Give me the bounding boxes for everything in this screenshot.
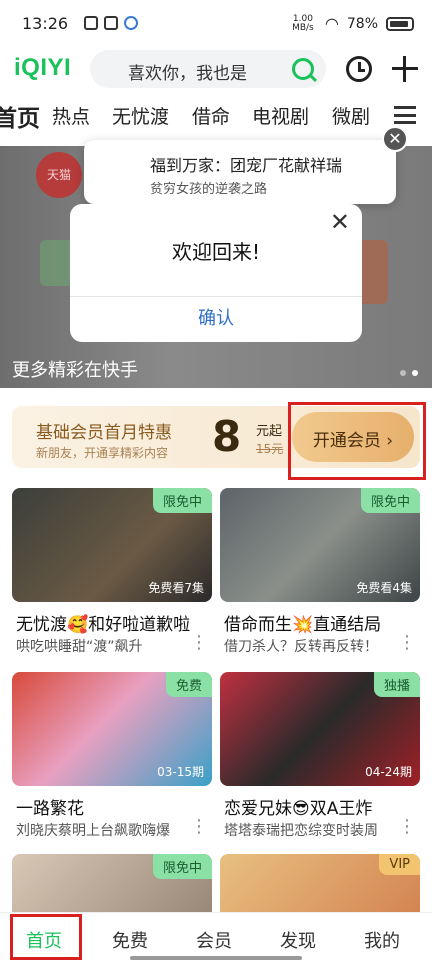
notification-icons <box>84 16 138 30</box>
battery-icon <box>386 16 414 31</box>
more-icon[interactable]: ⋮ <box>190 818 208 836</box>
status-bar: 13:26 1.00 MB/s ◠ 78% <box>0 0 432 48</box>
episode-overlay: 04-24期 <box>365 765 412 779</box>
nav-me[interactable]: 我的 <box>364 927 400 953</box>
banner-caption: 更多精彩在快手 <box>12 360 138 381</box>
carousel-dot-active <box>412 370 418 376</box>
status-right: 1.00 MB/s ◠ 78% <box>289 14 414 33</box>
video-desc: 刘晓庆蔡明上台飙歌嗨爆 <box>16 823 170 839</box>
video-title[interactable]: 一路繁花 <box>16 794 84 819</box>
menu-icon[interactable] <box>394 106 416 124</box>
carousel-dots <box>400 370 418 376</box>
highlight-box <box>288 402 426 480</box>
status-badge: 免费 <box>165 672 212 697</box>
tab-home[interactable]: 首页 <box>0 99 40 133</box>
add-icon[interactable] <box>392 56 418 82</box>
member-original-price: 15元 <box>256 442 284 456</box>
battery-percent: 78% <box>346 15 378 32</box>
nav-member[interactable]: 会员 <box>196 927 232 953</box>
status-badge: 限免中 <box>152 854 212 879</box>
carousel-dot <box>400 370 406 376</box>
tab-short-drama[interactable]: 微剧 <box>332 102 370 129</box>
video-desc: 借刀杀人？反转再反转！ <box>224 639 378 655</box>
status-time: 13:26 <box>22 14 69 33</box>
video-title[interactable]: 恋爱兄妹😎双A王炸 <box>224 794 372 819</box>
close-icon[interactable]: ✕ <box>382 126 408 152</box>
nav-discover[interactable]: 发现 <box>280 927 316 953</box>
video-title[interactable]: 无忧渡🥰和好啦道歉啦 <box>16 610 190 635</box>
app-logo[interactable]: iQIYI <box>14 54 71 82</box>
confirm-button[interactable]: 确认 <box>70 296 362 342</box>
search-bar[interactable]: 喜欢你，我也是 <box>90 50 326 88</box>
vip-badge: VIP <box>379 854 420 875</box>
video-thumbnail[interactable]: 限免中 免费看4集 <box>220 488 420 602</box>
search-icon[interactable] <box>292 58 314 80</box>
status-badge: 限免中 <box>152 488 212 513</box>
search-input[interactable]: 喜欢你，我也是 <box>128 59 247 84</box>
tab-tv[interactable]: 电视剧 <box>252 102 309 129</box>
video-thumbnail[interactable]: 限免中 免费看7集 <box>12 488 212 602</box>
snowflake-icon <box>124 16 138 30</box>
welcome-dialog: ✕ 欢迎回来! 确认 <box>70 204 362 342</box>
tiktok-icon <box>104 16 118 30</box>
highlight-box <box>10 914 82 960</box>
nav-free[interactable]: 免费 <box>112 927 148 953</box>
close-icon[interactable]: ✕ <box>330 208 350 236</box>
app-icon <box>84 16 98 30</box>
tab-hot[interactable]: 热点 <box>52 102 90 129</box>
episode-overlay: 03-15期 <box>157 765 204 779</box>
tmall-avatar: 天猫 <box>36 152 82 198</box>
episode-overlay: 免费看7集 <box>148 581 204 595</box>
status-badge: 独播 <box>373 672 420 697</box>
video-thumbnail[interactable]: 免费 03-15期 <box>12 672 212 786</box>
more-icon[interactable]: ⋮ <box>190 634 208 652</box>
member-price: 8 <box>212 412 242 461</box>
video-desc: 塔塔泰瑞把恋综变时装周 <box>224 823 378 839</box>
top-tabs: 首页 热点 无忧渡 借命 电视剧 微剧 <box>0 96 432 136</box>
wifi-icon: ◠ <box>324 14 339 33</box>
status-badge: 限免中 <box>360 488 420 513</box>
notification-title: 福到万家：团宠厂花献祥瑞 <box>150 156 343 175</box>
video-desc: 哄吃哄睡甜“渡”飙升 <box>16 639 143 655</box>
dialog-message: 欢迎回来! <box>171 240 261 264</box>
video-thumbnail[interactable]: 独播 04-24期 <box>220 672 420 786</box>
member-subtitle: 新朋友，开通享精彩内容 <box>36 446 169 460</box>
more-icon[interactable]: ⋮ <box>398 818 416 836</box>
notification-popup[interactable]: 福到万家：团宠厂花献祥瑞 贫穷女孩的逆袭之路 ✕ <box>84 126 408 204</box>
episode-overlay: 免费看4集 <box>356 581 412 595</box>
more-icon[interactable]: ⋮ <box>398 634 416 652</box>
history-icon[interactable] <box>346 56 372 82</box>
tab-jieming[interactable]: 借命 <box>192 102 230 129</box>
member-price-unit: 元起 <box>256 424 283 439</box>
video-title[interactable]: 借命而生💥直通结局 <box>224 610 381 635</box>
home-indicator <box>130 956 302 960</box>
net-speed: 1.00 MB/s <box>292 13 314 33</box>
notification-subtitle: 贫穷女孩的逆袭之路 <box>150 182 268 197</box>
member-title: 基础会员首月特惠 <box>36 423 172 443</box>
tab-wuyoudu[interactable]: 无忧渡 <box>112 102 169 129</box>
